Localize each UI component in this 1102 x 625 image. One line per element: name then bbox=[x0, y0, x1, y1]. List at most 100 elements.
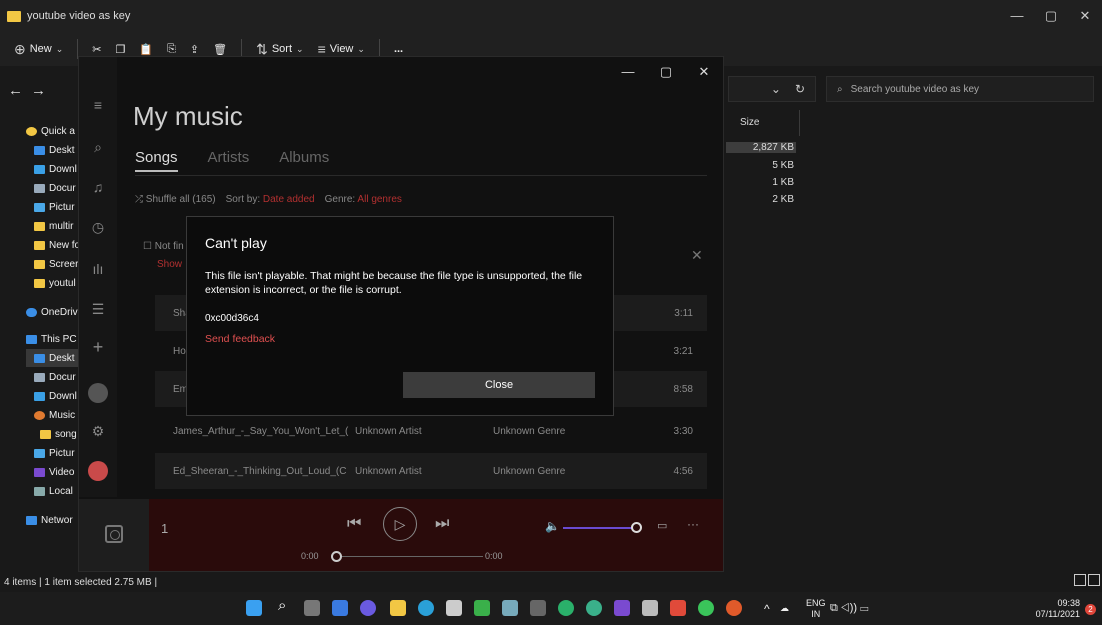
sort-button[interactable]: ⇅ Sort ⌄ bbox=[256, 41, 303, 58]
computer-icon bbox=[26, 334, 37, 344]
refresh-icon[interactable]: ↻ bbox=[795, 82, 805, 96]
more-options-button[interactable]: ... bbox=[394, 43, 403, 55]
music-maximize-button[interactable]: ▢ bbox=[647, 57, 685, 87]
folder-icon bbox=[34, 240, 45, 250]
vs-icon[interactable] bbox=[614, 600, 630, 616]
volume-slider[interactable] bbox=[563, 527, 633, 529]
previous-icon[interactable]: ⏮ bbox=[347, 515, 361, 533]
whatsapp-icon[interactable] bbox=[698, 600, 714, 616]
new-button[interactable]: ⊕ New ⌄ bbox=[14, 41, 63, 58]
volume-handle[interactable] bbox=[631, 522, 642, 533]
hamburger-menu-icon[interactable]: ≡ bbox=[79, 97, 117, 113]
explorer-maximize-button[interactable]: ▢ bbox=[1034, 0, 1068, 32]
song-row[interactable]: Ed_Sheeran_-_Thinking_Out_Loud_(C Unknown… bbox=[155, 453, 707, 489]
back-icon[interactable]: ← bbox=[8, 82, 31, 99]
show-link[interactable]: Show bbox=[157, 259, 182, 270]
now-playing-icon[interactable]: ılı bbox=[79, 261, 117, 277]
search-icon[interactable]: ⌕ bbox=[278, 597, 294, 614]
document-icon bbox=[34, 183, 45, 193]
widgets-icon[interactable] bbox=[332, 600, 348, 616]
seek-bar[interactable] bbox=[337, 556, 483, 557]
copy-icon[interactable]: ❐ bbox=[116, 43, 126, 56]
desktop-icon bbox=[34, 145, 45, 155]
song-row[interactable]: James_Arthur_-_Say_You_Won't_Let_(Unknow… bbox=[155, 413, 707, 449]
genre-dropdown[interactable]: Genre: All genres bbox=[325, 194, 402, 205]
telegram-icon[interactable] bbox=[586, 600, 602, 616]
details-view-icon[interactable] bbox=[1074, 574, 1086, 586]
notification-badge[interactable]: 2 bbox=[1085, 604, 1096, 615]
language-indicator[interactable]: ENG IN bbox=[806, 592, 826, 625]
forward-icon[interactable]: → bbox=[31, 82, 54, 99]
recent-icon[interactable]: ◷ bbox=[79, 219, 117, 236]
explorer-close-button[interactable]: ✕ bbox=[1068, 0, 1102, 32]
album-placeholder-icon bbox=[105, 525, 123, 543]
task-view-icon[interactable] bbox=[304, 600, 320, 616]
search-icon: ⌕ bbox=[837, 83, 843, 95]
shuffle-all-button[interactable]: ⤮ Shuffle all (165) bbox=[135, 194, 216, 205]
paste-icon[interactable]: 📋 bbox=[139, 43, 153, 56]
chevron-down-icon[interactable]: ⌄ bbox=[771, 82, 781, 96]
music-note-icon[interactable]: ♫ bbox=[79, 179, 117, 195]
play-button[interactable]: ▷ bbox=[383, 507, 417, 541]
vpn-icon[interactable] bbox=[642, 600, 658, 616]
settings-icon[interactable]: ⚙ bbox=[79, 423, 117, 440]
mini-player-icon[interactable]: ▭ bbox=[657, 519, 667, 532]
music-tabs: Songs Artists Albums bbox=[135, 149, 329, 172]
address-bar-controls: ⌄ ↻ bbox=[728, 76, 816, 102]
folder-icon bbox=[7, 10, 21, 22]
share-icon[interactable]: ⇪ bbox=[190, 43, 199, 56]
music-icon bbox=[34, 410, 45, 420]
add-playlist-icon[interactable]: + bbox=[79, 337, 117, 358]
explorer-minimize-button[interactable]: — bbox=[1000, 0, 1034, 32]
volume-icon[interactable]: 🔈 bbox=[545, 519, 560, 533]
send-feedback-link[interactable]: Send feedback bbox=[205, 333, 275, 345]
network-volume-battery-icons[interactable]: ⧉ ◁)) ▭ bbox=[830, 592, 868, 625]
groove-music-icon[interactable] bbox=[726, 600, 742, 616]
close-button[interactable]: Close bbox=[403, 372, 595, 398]
music-nav-rail: ≡ ⌕ ♫ ◷ ılı ☰ + ⚙ bbox=[79, 57, 117, 497]
music-close-button[interactable]: ✕ bbox=[685, 57, 723, 87]
seek-handle[interactable] bbox=[331, 551, 342, 562]
onedrive-tray-icon[interactable]: ☁ bbox=[780, 592, 789, 625]
store-icon[interactable] bbox=[446, 600, 462, 616]
file-size: 2 KB bbox=[772, 194, 794, 205]
taskbar: ⌕ ^ ☁ ENG IN ⧉ ◁)) ▭ 09:38 07/11/2021 2 bbox=[0, 592, 1102, 625]
size-column-header[interactable]: Size bbox=[736, 110, 800, 136]
windows-start-icon[interactable] bbox=[246, 600, 262, 616]
tiles-view-icon[interactable] bbox=[1088, 574, 1100, 586]
desktop-icon bbox=[34, 353, 45, 363]
brave-icon[interactable] bbox=[670, 600, 686, 616]
app-icon[interactable] bbox=[502, 600, 518, 616]
avatar[interactable] bbox=[88, 383, 108, 403]
clock[interactable]: 09:38 07/11/2021 bbox=[1036, 592, 1080, 625]
music-minimize-button[interactable]: — bbox=[609, 57, 647, 87]
cut-icon[interactable]: ✂ bbox=[92, 43, 101, 56]
tab-artists[interactable]: Artists bbox=[208, 149, 250, 172]
next-icon[interactable]: ⏭ bbox=[435, 515, 449, 533]
sort-dropdown[interactable]: Sort by: Date added bbox=[226, 194, 315, 205]
tab-albums[interactable]: Albums bbox=[279, 149, 329, 172]
rename-icon[interactable]: ⎘ bbox=[167, 43, 176, 56]
edge-icon[interactable] bbox=[418, 600, 434, 616]
spotify-icon[interactable] bbox=[88, 461, 108, 481]
album-art[interactable] bbox=[79, 499, 149, 571]
show-hidden-icons[interactable]: ^ bbox=[764, 592, 770, 625]
xbox-icon[interactable] bbox=[474, 600, 490, 616]
tab-songs[interactable]: Songs bbox=[135, 149, 178, 172]
more-icon[interactable]: ··· bbox=[687, 517, 699, 531]
filter-bar: ⤮ Shuffle all (165) Sort by: Date added … bbox=[135, 194, 402, 205]
search-icon[interactable]: ⌕ bbox=[79, 139, 117, 156]
now-playing-bar: 1 ⏮ ▷ ⏭ 0:00 0:00 🔈 ▭ ··· bbox=[79, 499, 723, 571]
plus-circle-icon: ⊕ bbox=[14, 40, 26, 57]
search-input[interactable]: ⌕ Search youtube video as key bbox=[826, 76, 1094, 102]
file-explorer-icon[interactable] bbox=[390, 600, 406, 616]
grammarly-icon[interactable] bbox=[558, 600, 574, 616]
sidebar-item-desktop[interactable]: Deskt bbox=[26, 349, 80, 367]
delete-icon[interactable]: 🗑 bbox=[213, 43, 227, 56]
close-icon[interactable]: ✕ bbox=[691, 247, 703, 264]
terminal-icon[interactable] bbox=[530, 600, 546, 616]
explorer-title: youtube video as key bbox=[27, 10, 131, 22]
teams-chat-icon[interactable] bbox=[360, 600, 376, 616]
playlists-icon[interactable]: ☰ bbox=[79, 301, 117, 318]
view-button[interactable]: ≡ View ⌄ bbox=[318, 41, 365, 57]
